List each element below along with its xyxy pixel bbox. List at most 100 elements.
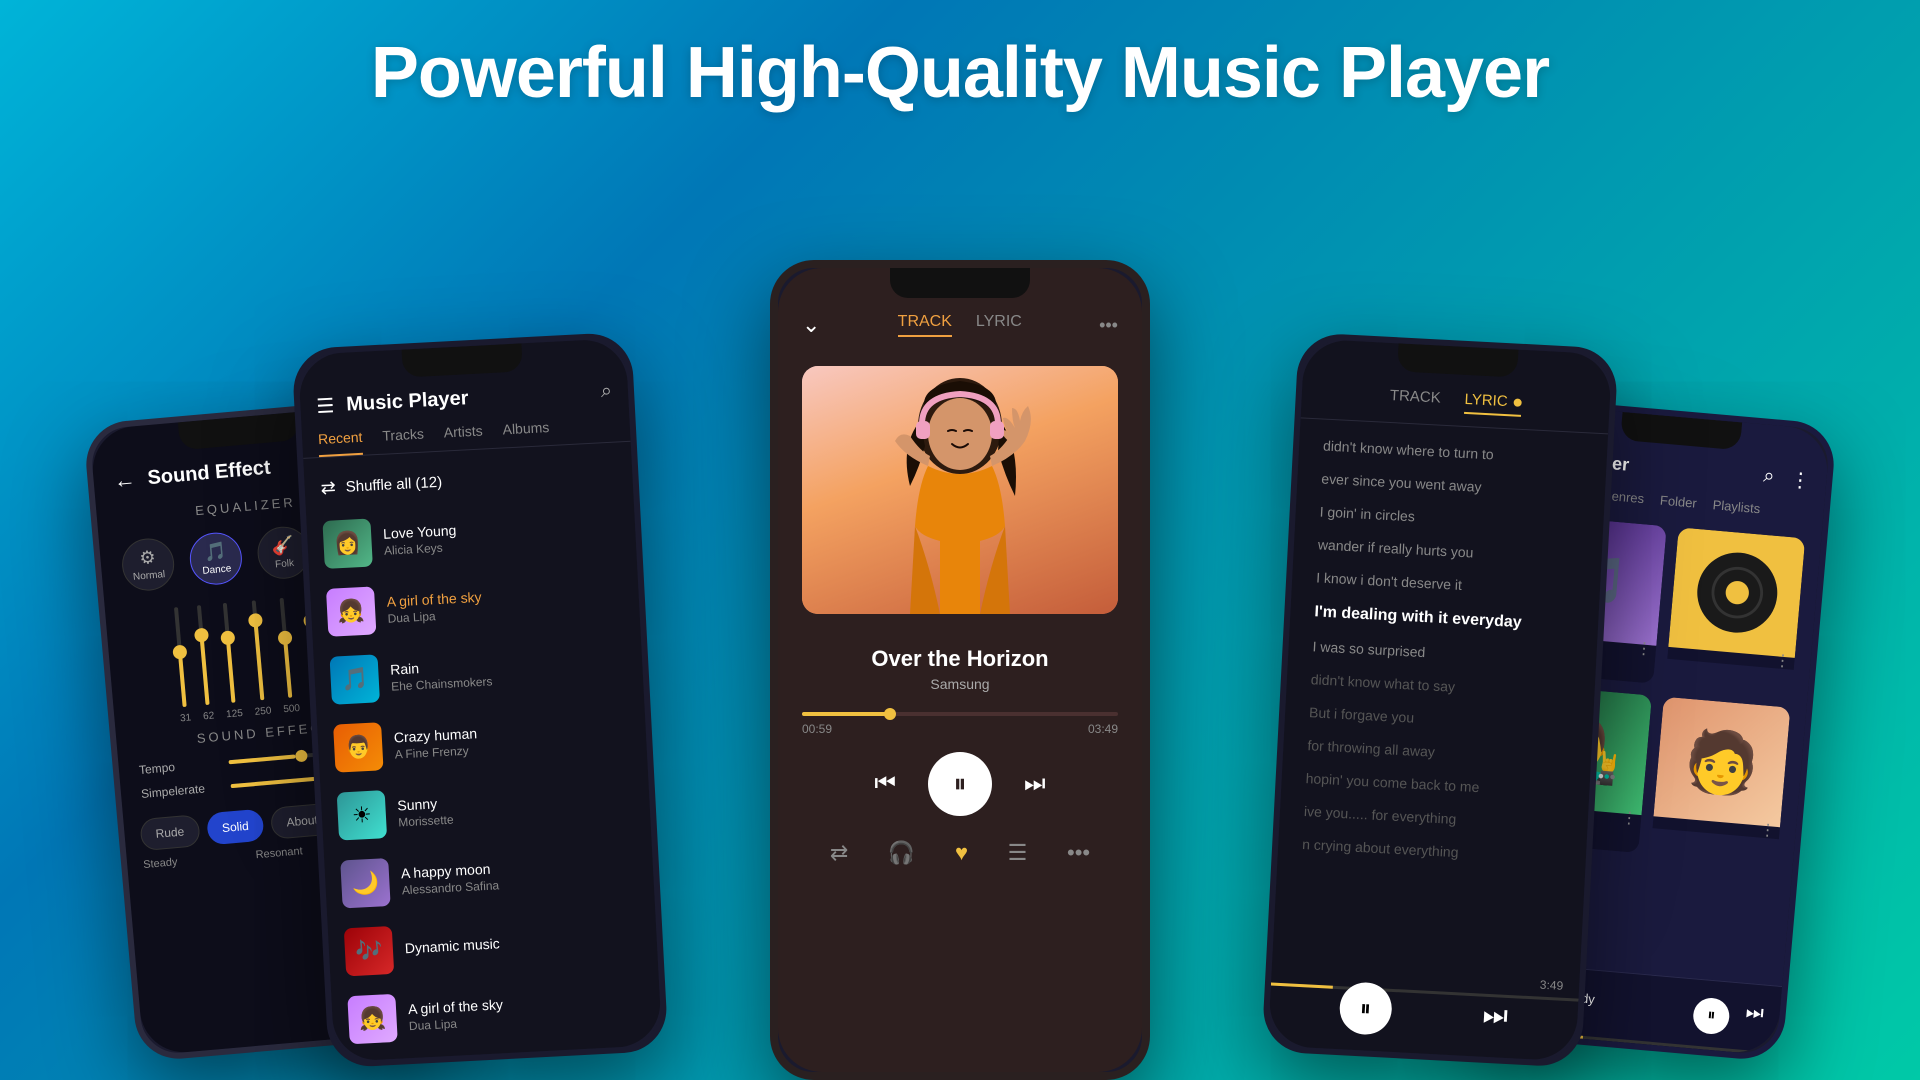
- eq-normal-icon: ⚙: [139, 547, 157, 569]
- chevron-down-icon[interactable]: ⌄: [802, 312, 820, 338]
- more-icon[interactable]: •••: [1099, 315, 1118, 336]
- album-more-icon-1[interactable]: ⋮: [1635, 638, 1653, 659]
- song-info-crazy: Crazy human A Fine Frenzy: [393, 717, 630, 761]
- thumb-icon-girl-sky: 👧: [326, 586, 376, 636]
- thumb-icon-dynamic: 🎶: [344, 926, 394, 976]
- lyric-line: for throwing all away: [1307, 735, 1568, 770]
- playlist-icon[interactable]: ☰: [1008, 840, 1028, 866]
- eq-track-31[interactable]: [174, 607, 187, 707]
- phone-list-screen: ☰ Music Player ⌕ Recent Tracks Artists A…: [298, 338, 663, 1062]
- eq-fill-125: [226, 638, 236, 703]
- tab-tracks[interactable]: Tracks: [382, 426, 425, 454]
- tab-lyric[interactable]: LYRIC: [976, 313, 1022, 337]
- player-controls: ⏮ ⏸ ⏭: [778, 740, 1142, 828]
- lyric-line: wander if really hurts you: [1317, 534, 1578, 569]
- lyric-line: I goin' in circles: [1319, 501, 1580, 536]
- eq-folk-label: Folk: [275, 558, 295, 571]
- song-info-dynamic: Dynamic music: [404, 928, 641, 958]
- tab-albums[interactable]: Albums: [502, 419, 550, 447]
- shuffle-bottom-icon[interactable]: ⇄: [830, 840, 848, 866]
- search-albums-icon[interactable]: ⌕: [1762, 465, 1775, 491]
- shuffle-icon: ⇄: [320, 477, 336, 499]
- eq-dance-btn[interactable]: 🎵 Dance: [188, 530, 244, 586]
- notch-main: [890, 268, 1030, 298]
- hamburger-icon[interactable]: ☰: [316, 393, 335, 419]
- song-info-rain: Rain Ehe Chainsmokers: [390, 649, 627, 693]
- pause-button[interactable]: ⏸: [928, 752, 992, 816]
- eq-label-31: 31: [180, 712, 192, 724]
- more-albums-icon[interactable]: ⋮: [1789, 467, 1811, 494]
- tab-playlists[interactable]: Playlists: [1712, 497, 1761, 522]
- prev-button[interactable]: ⏮: [874, 770, 896, 798]
- lyric-line: I know i don't deserve it: [1316, 567, 1577, 602]
- eq-label-250: 250: [254, 705, 272, 717]
- album-more-icon-4[interactable]: ⋮: [1759, 820, 1777, 841]
- search-icon[interactable]: ⌕: [600, 380, 612, 404]
- album-card-4[interactable]: 🧑 ⋮: [1650, 697, 1790, 865]
- album-more-icon-3[interactable]: ⋮: [1620, 807, 1638, 828]
- song-thumb-love-young: 👩: [322, 518, 372, 568]
- tab-recent[interactable]: Recent: [318, 429, 364, 457]
- eq-fill-500: [283, 638, 292, 698]
- eq-thumb-125: [220, 630, 235, 645]
- headphone-icon[interactable]: 🎧: [888, 840, 915, 866]
- thumb-icon-moon: 🌙: [340, 858, 390, 908]
- tempo-label: Tempo: [138, 755, 229, 777]
- eq-fill-62: [200, 635, 210, 705]
- eq-track-62[interactable]: [197, 605, 210, 705]
- eq-track-500[interactable]: [280, 598, 293, 698]
- progress-times: 00:59 03:49: [802, 722, 1118, 736]
- song-thumb-girl-sky: 👧: [326, 586, 376, 636]
- mini-pause-button[interactable]: ⏸: [1692, 996, 1731, 1035]
- progress-bar[interactable]: [802, 712, 1118, 716]
- phone-list: ☰ Music Player ⌕ Recent Tracks Artists A…: [291, 332, 668, 1069]
- track-artist: Samsung: [802, 676, 1118, 692]
- lyric-line: hopin' you come back to me: [1305, 768, 1566, 803]
- solid-btn[interactable]: Solid: [206, 809, 265, 846]
- lyric-line: ever since you went away: [1321, 469, 1582, 504]
- tab-track-lyrics[interactable]: TRACK: [1389, 387, 1441, 413]
- song-info-moon: A happy moon Alessandro Safina: [401, 853, 638, 897]
- eq-track-125[interactable]: [223, 603, 236, 703]
- thumb-icon-rain: 🎵: [330, 654, 380, 704]
- tab-lyric-lyrics[interactable]: LYRIC: [1464, 391, 1522, 417]
- album-art: [802, 366, 1118, 614]
- eq-normal-btn[interactable]: ⚙ Normal: [120, 536, 176, 592]
- sound-header-title: Sound Effect: [147, 456, 272, 490]
- lyrics-controls: ⏸ ⏭: [1268, 970, 1580, 1062]
- eq-bar-125: 125: [216, 602, 243, 720]
- mini-controls: ⏸ ⏭: [1692, 996, 1765, 1038]
- rude-btn[interactable]: Rude: [139, 814, 200, 851]
- song-thumb-sunny: ☀: [337, 790, 387, 840]
- next-button[interactable]: ⏭: [1024, 770, 1046, 798]
- album-art-2: [1668, 527, 1805, 658]
- album-card-2[interactable]: ⋮: [1665, 527, 1805, 695]
- phones-container: ← Sound Effect EQUALIZER ⚙ Normal 🎵 Danc…: [60, 180, 1860, 1080]
- more-bottom-icon[interactable]: •••: [1067, 840, 1090, 866]
- thumb-icon-girl-sky2: 👧: [347, 994, 397, 1044]
- resonant-label: Resonant: [255, 845, 303, 861]
- list-app-name: Music Player: [346, 387, 469, 416]
- eq-fill-31: [178, 652, 187, 707]
- tab-artists[interactable]: Artists: [443, 423, 483, 451]
- lyrics-next-button[interactable]: ⏭: [1482, 998, 1509, 1032]
- tab-track[interactable]: TRACK: [898, 313, 952, 337]
- mini-next-button[interactable]: ⏭: [1744, 1001, 1765, 1038]
- tempo-fill: [229, 754, 296, 764]
- album-art-woman: [802, 366, 1118, 614]
- eq-bar-31: 31: [170, 607, 191, 725]
- lyrics-pause-button[interactable]: ⏸: [1338, 981, 1393, 1036]
- tab-folder[interactable]: Folder: [1659, 493, 1698, 517]
- progress-thumb: [884, 708, 896, 720]
- simpelerate-label: Simpelerate: [141, 779, 232, 801]
- album-more-icon-2[interactable]: ⋮: [1774, 650, 1792, 671]
- thumb-icon-love-young: 👩: [322, 518, 372, 568]
- eq-track-250[interactable]: [251, 600, 264, 700]
- back-icon[interactable]: ←: [113, 466, 137, 494]
- song-info-girl-sky2: A girl of the sky Dua Lipa: [408, 989, 645, 1033]
- heart-icon[interactable]: ♥: [955, 840, 968, 866]
- time-total: 03:49: [1088, 722, 1118, 736]
- thumb-icon-sunny: ☀: [337, 790, 387, 840]
- eq-bar-62: 62: [193, 605, 214, 723]
- song-thumb-rain: 🎵: [330, 654, 380, 704]
